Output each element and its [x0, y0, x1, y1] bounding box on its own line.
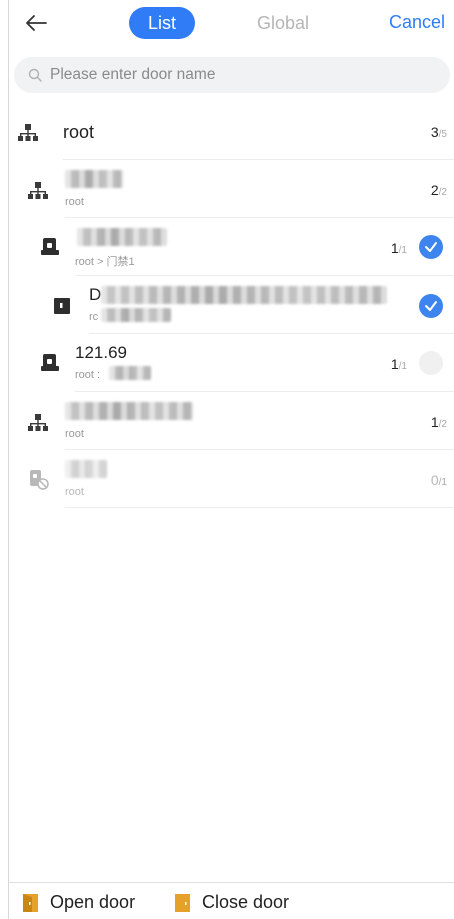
- door-count: 3/5: [430, 124, 447, 140]
- organization-icon: [18, 124, 38, 141]
- door-count: 1/1: [390, 240, 407, 256]
- door-row[interactable]: 121.69 root : 1/1: [9, 334, 454, 392]
- screen: List Global Cancel root 3/5: [8, 0, 454, 919]
- back-arrow-icon: [26, 15, 47, 31]
- door-count: 1/2: [430, 414, 447, 430]
- door-path: root > 门禁1: [75, 256, 135, 268]
- door-count: 1/1: [390, 356, 407, 372]
- org-row-root[interactable]: root 3/5: [9, 102, 454, 160]
- door-name: D: [89, 285, 102, 304]
- door-row[interactable]: D rc: [9, 276, 454, 334]
- door-path: root: [65, 486, 84, 498]
- tab-list[interactable]: List: [129, 7, 195, 39]
- org-path: root: [65, 196, 84, 208]
- close-door-label: Close door: [202, 892, 290, 912]
- open-door-label: Open door: [50, 892, 136, 912]
- redacted-name: [77, 228, 167, 246]
- checkmark-icon: [425, 242, 437, 252]
- back-button[interactable]: [23, 10, 49, 36]
- divider: [65, 507, 454, 508]
- door-path: rc: [89, 311, 99, 323]
- org-row[interactable]: root 1/2: [9, 392, 454, 450]
- redacted-name: [65, 170, 123, 188]
- open-door-icon: [23, 893, 38, 912]
- organization-icon: [28, 414, 48, 431]
- org-path: root: [65, 428, 84, 440]
- door-offline-icon: [30, 470, 49, 490]
- door-row-offline: root 0/1: [9, 450, 454, 508]
- org-name: root: [63, 122, 95, 142]
- search-icon: [28, 68, 42, 82]
- door-count: 0/1: [430, 472, 447, 488]
- door-row[interactable]: root > 门禁1 1/1: [9, 218, 454, 276]
- checkbox-unchecked[interactable]: [419, 351, 443, 375]
- tab-global[interactable]: Global: [257, 13, 309, 34]
- close-door-icon: [175, 893, 190, 912]
- view-tabs: List Global: [129, 7, 309, 39]
- door-name: 121.69: [75, 343, 127, 362]
- search-bar: [14, 57, 450, 93]
- door-path: root :: [75, 369, 101, 381]
- redacted-name: [65, 460, 107, 478]
- redacted-name: [65, 402, 193, 420]
- cancel-button[interactable]: Cancel: [389, 12, 445, 33]
- redacted-path: [109, 366, 151, 380]
- organization-icon: [28, 182, 48, 199]
- search-input[interactable]: [50, 66, 410, 84]
- org-row[interactable]: root 2/2: [9, 160, 454, 218]
- open-door-button[interactable]: Open door: [23, 892, 135, 913]
- checkbox-checked[interactable]: [419, 235, 443, 259]
- door-lock-icon: [41, 354, 59, 371]
- door-lock-icon: [41, 238, 59, 255]
- top-bar: List Global Cancel: [9, 0, 454, 46]
- close-door-button[interactable]: Close door: [175, 892, 289, 913]
- redacted-name: [101, 286, 387, 304]
- door-icon: [54, 298, 70, 314]
- checkbox-checked[interactable]: [419, 294, 443, 318]
- checkmark-icon: [425, 301, 437, 311]
- bottom-action-bar: Open door Close door: [9, 882, 454, 919]
- door-count: 2/2: [430, 182, 447, 198]
- redacted-path: [101, 308, 171, 322]
